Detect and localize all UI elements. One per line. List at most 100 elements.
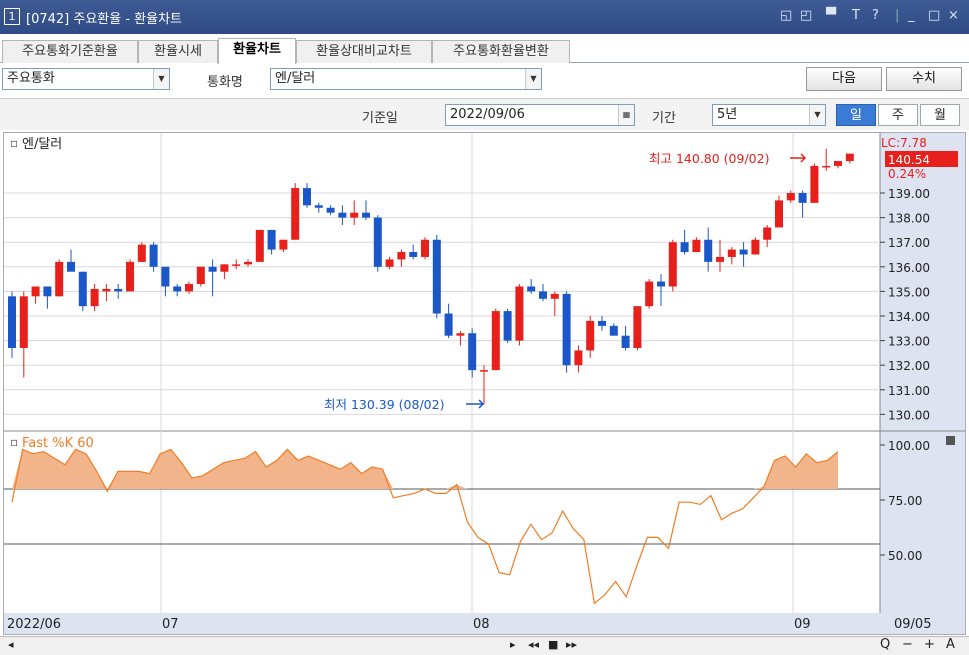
- candle-body: [43, 286, 52, 297]
- candle-body: [67, 261, 75, 272]
- tab-rate-chart[interactable]: 환율차트: [218, 38, 296, 64]
- currency-select-value: 엔/달러: [275, 71, 316, 86]
- candle-body: [562, 293, 571, 366]
- candle-body: [279, 239, 288, 250]
- price-panel-marker: ▫: [10, 136, 18, 150]
- candle-body: [598, 320, 606, 326]
- candle-body: [385, 259, 394, 267]
- period-day-button[interactable]: 일: [836, 104, 876, 126]
- scroll-left-icon[interactable]: ◂: [8, 638, 14, 651]
- candle-body: [633, 306, 642, 348]
- group-select[interactable]: 주요통화 ▼: [2, 68, 170, 90]
- chevron-down-icon[interactable]: ▼: [809, 105, 825, 125]
- candle-body: [822, 165, 831, 168]
- panel-menu-icon: [946, 436, 955, 445]
- candle-body: [586, 320, 595, 351]
- candle-body: [19, 296, 28, 348]
- candle-body: [126, 261, 134, 292]
- zoom-out-icon[interactable]: −: [902, 637, 913, 652]
- exchange-rate-chart[interactable]: 139.00 138.00 137.00 136.00 135.00 134.00 133.…: [4, 133, 965, 634]
- stoch-panel-marker: ▫: [10, 435, 18, 449]
- candle-body: [303, 188, 311, 206]
- candle-body: [114, 288, 123, 292]
- close-icon[interactable]: ×: [948, 8, 959, 23]
- base-date-input[interactable]: 2022/09/06 ▦: [445, 104, 635, 126]
- maximize-icon[interactable]: □: [928, 8, 940, 23]
- base-date-value: 2022/09/06: [450, 107, 525, 122]
- currency-select[interactable]: 엔/달러 ▼: [270, 68, 542, 90]
- x-label-07: 07: [162, 617, 179, 632]
- candle-body: [185, 284, 193, 292]
- tab-currency-converter[interactable]: 주요통화환율변환: [432, 40, 570, 63]
- candle-body: [373, 217, 382, 267]
- period-week-button[interactable]: 주: [878, 104, 918, 126]
- candle-body: [350, 212, 359, 218]
- candle-body: [31, 286, 40, 297]
- y-tick-label-6: 133.00: [888, 335, 930, 349]
- high-annotation: 최고 140.80 (09/02): [649, 151, 769, 166]
- period-month-button[interactable]: 월: [920, 104, 960, 126]
- candle-body: [798, 193, 807, 203]
- low-arrow-icon: [466, 399, 485, 409]
- candle-body: [739, 249, 748, 255]
- numeric-button[interactable]: 수치: [886, 67, 962, 91]
- y-tick-label-4: 135.00: [888, 285, 930, 299]
- play-icon[interactable]: ▸: [510, 638, 516, 651]
- stop-icon[interactable]: ■: [548, 638, 558, 651]
- zoom-in-icon[interactable]: +: [924, 637, 935, 652]
- candle-body: [503, 311, 512, 341]
- candle-body: [244, 261, 252, 265]
- chevron-down-icon[interactable]: ▼: [525, 69, 541, 89]
- duplicate-icon[interactable]: ◰: [800, 8, 812, 23]
- period-label: 기간: [652, 111, 676, 126]
- tab-rate-quotes[interactable]: 환율시세: [138, 40, 218, 63]
- text-size-icon[interactable]: T: [852, 8, 860, 23]
- base-date-label: 기준일: [362, 111, 398, 126]
- candle-body: [539, 291, 547, 299]
- tab-relative-compare-chart[interactable]: 환율상대비교차트: [296, 40, 432, 63]
- candle-body: [668, 242, 677, 287]
- high-arrow-icon: [790, 153, 807, 163]
- price-panel-title: 엔/달러: [22, 137, 62, 152]
- x-label-09-05: 09/05: [894, 617, 931, 632]
- zoom-icon[interactable]: Q: [880, 637, 890, 652]
- restore-icon[interactable]: ◱: [780, 8, 792, 23]
- currency-label: 통화명: [207, 75, 243, 90]
- candle-body: [397, 252, 406, 260]
- tab-major-currency-base-rate[interactable]: 주요통화기준환율: [2, 40, 138, 63]
- candle-body: [645, 281, 654, 307]
- next-button[interactable]: 다음: [806, 67, 882, 91]
- chevron-down-icon[interactable]: ▼: [153, 69, 169, 89]
- candle-body: [786, 193, 795, 201]
- candle-body: [692, 239, 701, 253]
- candle-body: [90, 288, 99, 307]
- forward-icon[interactable]: ▸▸: [566, 638, 577, 651]
- auto-scale-icon[interactable]: A: [946, 637, 955, 652]
- help-icon[interactable]: ?: [872, 8, 879, 23]
- candle-body: [196, 266, 205, 285]
- rewind-icon[interactable]: ◂◂: [528, 638, 539, 651]
- stoch-panel-title: Fast %K 60: [22, 436, 94, 451]
- candle-body: [409, 252, 418, 257]
- candle-body: [208, 266, 217, 272]
- candle-body: [326, 207, 335, 213]
- window-number-badge: 1: [4, 8, 20, 25]
- candle-body: [621, 335, 630, 348]
- pin-icon[interactable]: ▀: [826, 8, 836, 23]
- tab-bar: 주요통화기준환율 환율시세 환율차트 환율상대비교차트 주요통화환율변환: [0, 37, 969, 64]
- stoch-fill: [12, 449, 838, 489]
- y-tick-label-2: 137.00: [888, 236, 930, 250]
- group-select-value: 주요통화: [7, 71, 55, 86]
- period-select[interactable]: 5년 ▼: [712, 104, 826, 126]
- candle-body: [468, 333, 477, 371]
- candle-body: [574, 350, 583, 366]
- minimize-icon[interactable]: _: [908, 8, 915, 23]
- candle-body: [444, 313, 453, 336]
- x-label-2022-06: 2022/06: [7, 617, 61, 632]
- chart-area[interactable]: 139.00 138.00 137.00 136.00 135.00 134.00 133.…: [3, 132, 966, 635]
- candle-body: [421, 239, 429, 257]
- stoch-tick-label-1: 75.00: [888, 494, 922, 508]
- candle-body: [845, 153, 854, 162]
- candle-body: [491, 311, 500, 371]
- calendar-icon[interactable]: ▦: [618, 105, 634, 125]
